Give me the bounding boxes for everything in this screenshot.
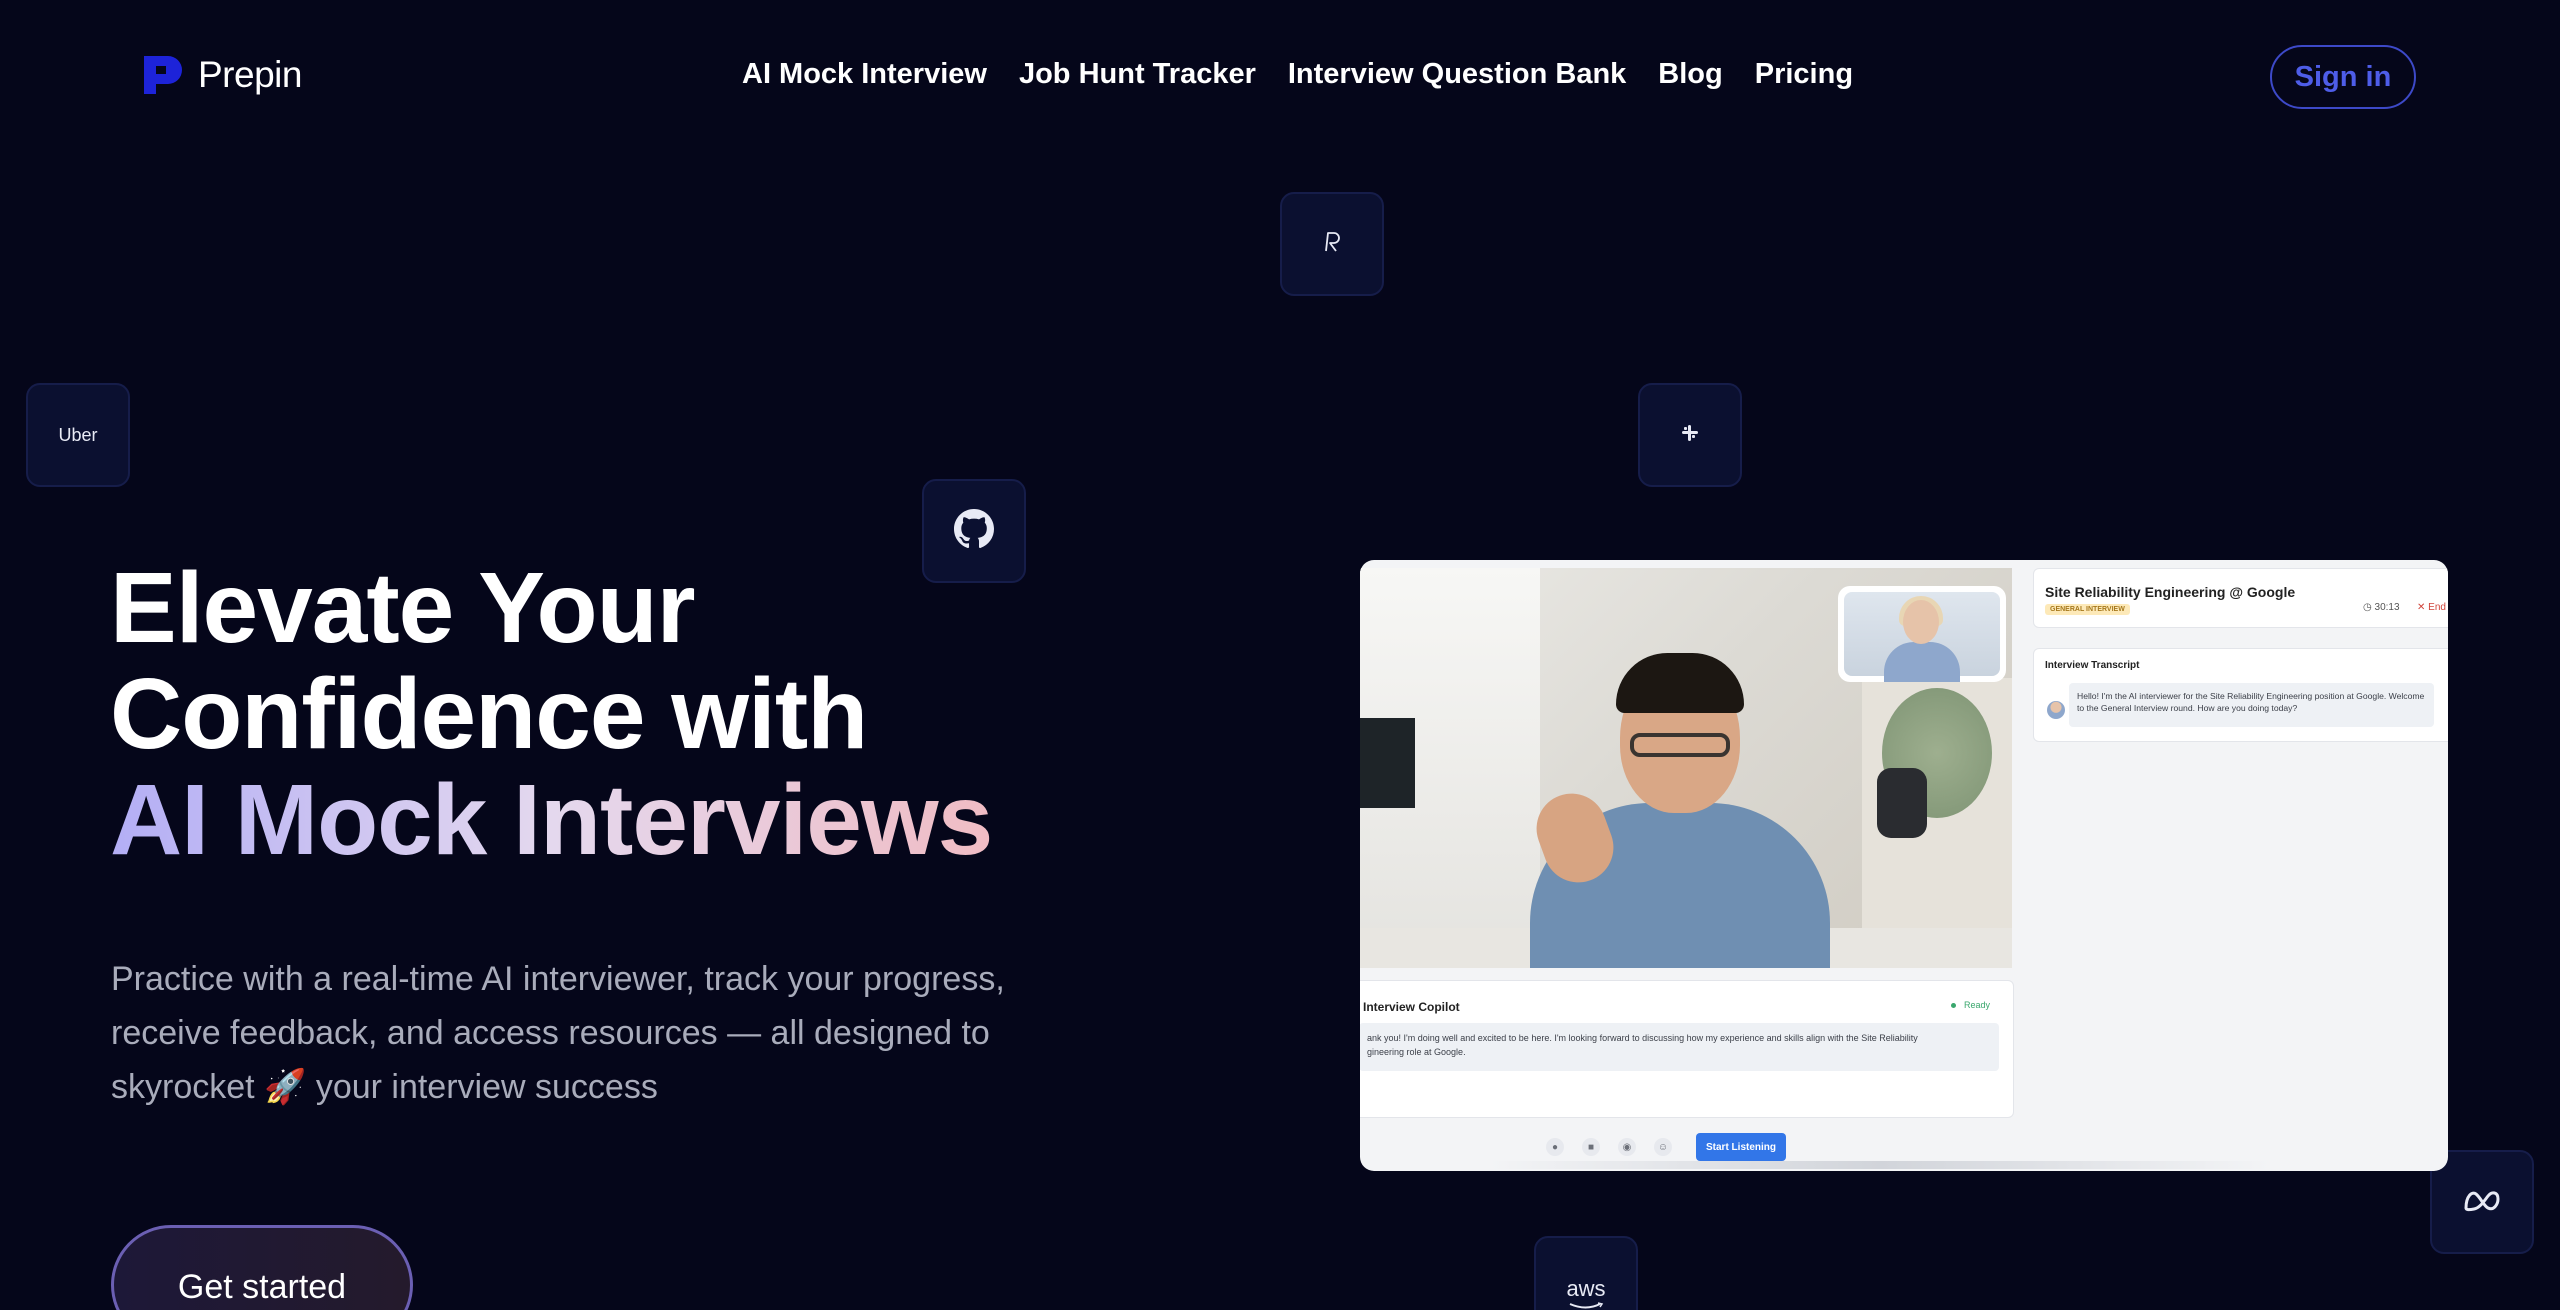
hero-subtitle: Practice with a real-time AI interviewer… — [111, 960, 1005, 1106]
end-call-icon: ✕ — [2417, 602, 2426, 613]
candidate-figure — [1526, 653, 1830, 968]
interviewer-avatar — [2047, 701, 2065, 719]
revolut-icon — [1323, 231, 1341, 258]
uber-logo: Uber — [58, 424, 98, 445]
hero-title: Elevate Your Confidence with AI Mock Int… — [110, 552, 993, 876]
job-card: Site Reliability Engineering @ Google GE… — [2033, 568, 2448, 628]
preview-shadow — [1490, 1161, 2270, 1169]
hero-title-line2: Confidence with — [110, 658, 868, 770]
sign-in-button[interactable]: Sign in — [2270, 45, 2416, 109]
clock-icon: ◷ — [2363, 602, 2372, 613]
interview-type-badge: GENERAL INTERVIEW — [2045, 604, 2130, 615]
start-listening-button[interactable]: Start Listening — [1696, 1133, 1787, 1161]
copilot-status: Ready — [1951, 1000, 1990, 1010]
slack-tile — [1638, 383, 1742, 487]
emoji-icon[interactable]: ☺ — [1654, 1138, 1672, 1156]
get-started-button[interactable]: Get started — [111, 1225, 413, 1310]
copilot-title: Interview Copilot — [1363, 1000, 1460, 1014]
copilot-suggestion: ank you! I'm doing well and excited to b… — [1360, 1023, 1999, 1071]
microphone-icon[interactable]: ● — [1546, 1138, 1564, 1156]
nav-ai-mock-interview[interactable]: AI Mock Interview — [742, 58, 987, 91]
copilot-card: Interview Copilot Ready ank you! I'm doi… — [1360, 980, 2014, 1118]
product-preview: Site Reliability Engineering @ Google GE… — [1360, 560, 2448, 1171]
call-controls: ● ■ ◉ ☺ Start Listening — [1546, 1133, 1787, 1161]
transcript-card: Interview Transcript Hello! I'm the AI i… — [2033, 648, 2448, 742]
brand-name: Prepin — [198, 54, 302, 95]
transcript-title: Interview Transcript — [2045, 660, 2140, 671]
nav-blog[interactable]: Blog — [1658, 58, 1722, 91]
ai-interviewer-video — [1838, 586, 2006, 682]
revolut-tile — [1280, 192, 1384, 296]
aws-logo: aws — [1566, 1276, 1606, 1310]
transcript-message: Hello! I'm the AI interviewer for the Si… — [2069, 683, 2434, 727]
meta-tile — [2430, 1150, 2534, 1254]
prepin-logo-icon — [142, 54, 184, 96]
eye-icon[interactable]: ◉ — [1618, 1138, 1636, 1156]
camera-icon[interactable]: ■ — [1582, 1138, 1600, 1156]
slack-icon — [1681, 424, 1699, 447]
meta-icon — [2462, 1188, 2502, 1217]
github-icon — [954, 508, 994, 554]
interview-timer: ◷ 30:13 — [2363, 602, 2400, 613]
brand-logo[interactable]: Prepin — [142, 54, 302, 96]
aws-tile: aws — [1534, 1236, 1638, 1310]
main-nav: AI Mock Interview Job Hunt Tracker Inter… — [742, 58, 1853, 91]
nav-job-hunt-tracker[interactable]: Job Hunt Tracker — [1019, 58, 1256, 91]
nav-pricing[interactable]: Pricing — [1755, 58, 1853, 91]
candidate-video — [1360, 568, 2012, 968]
hero-title-line1: Elevate Your — [110, 552, 696, 664]
job-title: Site Reliability Engineering @ Google — [2045, 584, 2296, 600]
hero-title-highlight: AI Mock Interviews — [110, 764, 993, 876]
uber-tile: Uber — [26, 383, 130, 487]
nav-interview-question-bank[interactable]: Interview Question Bank — [1288, 58, 1626, 91]
end-call-button[interactable]: ✕ End C — [2417, 602, 2448, 613]
